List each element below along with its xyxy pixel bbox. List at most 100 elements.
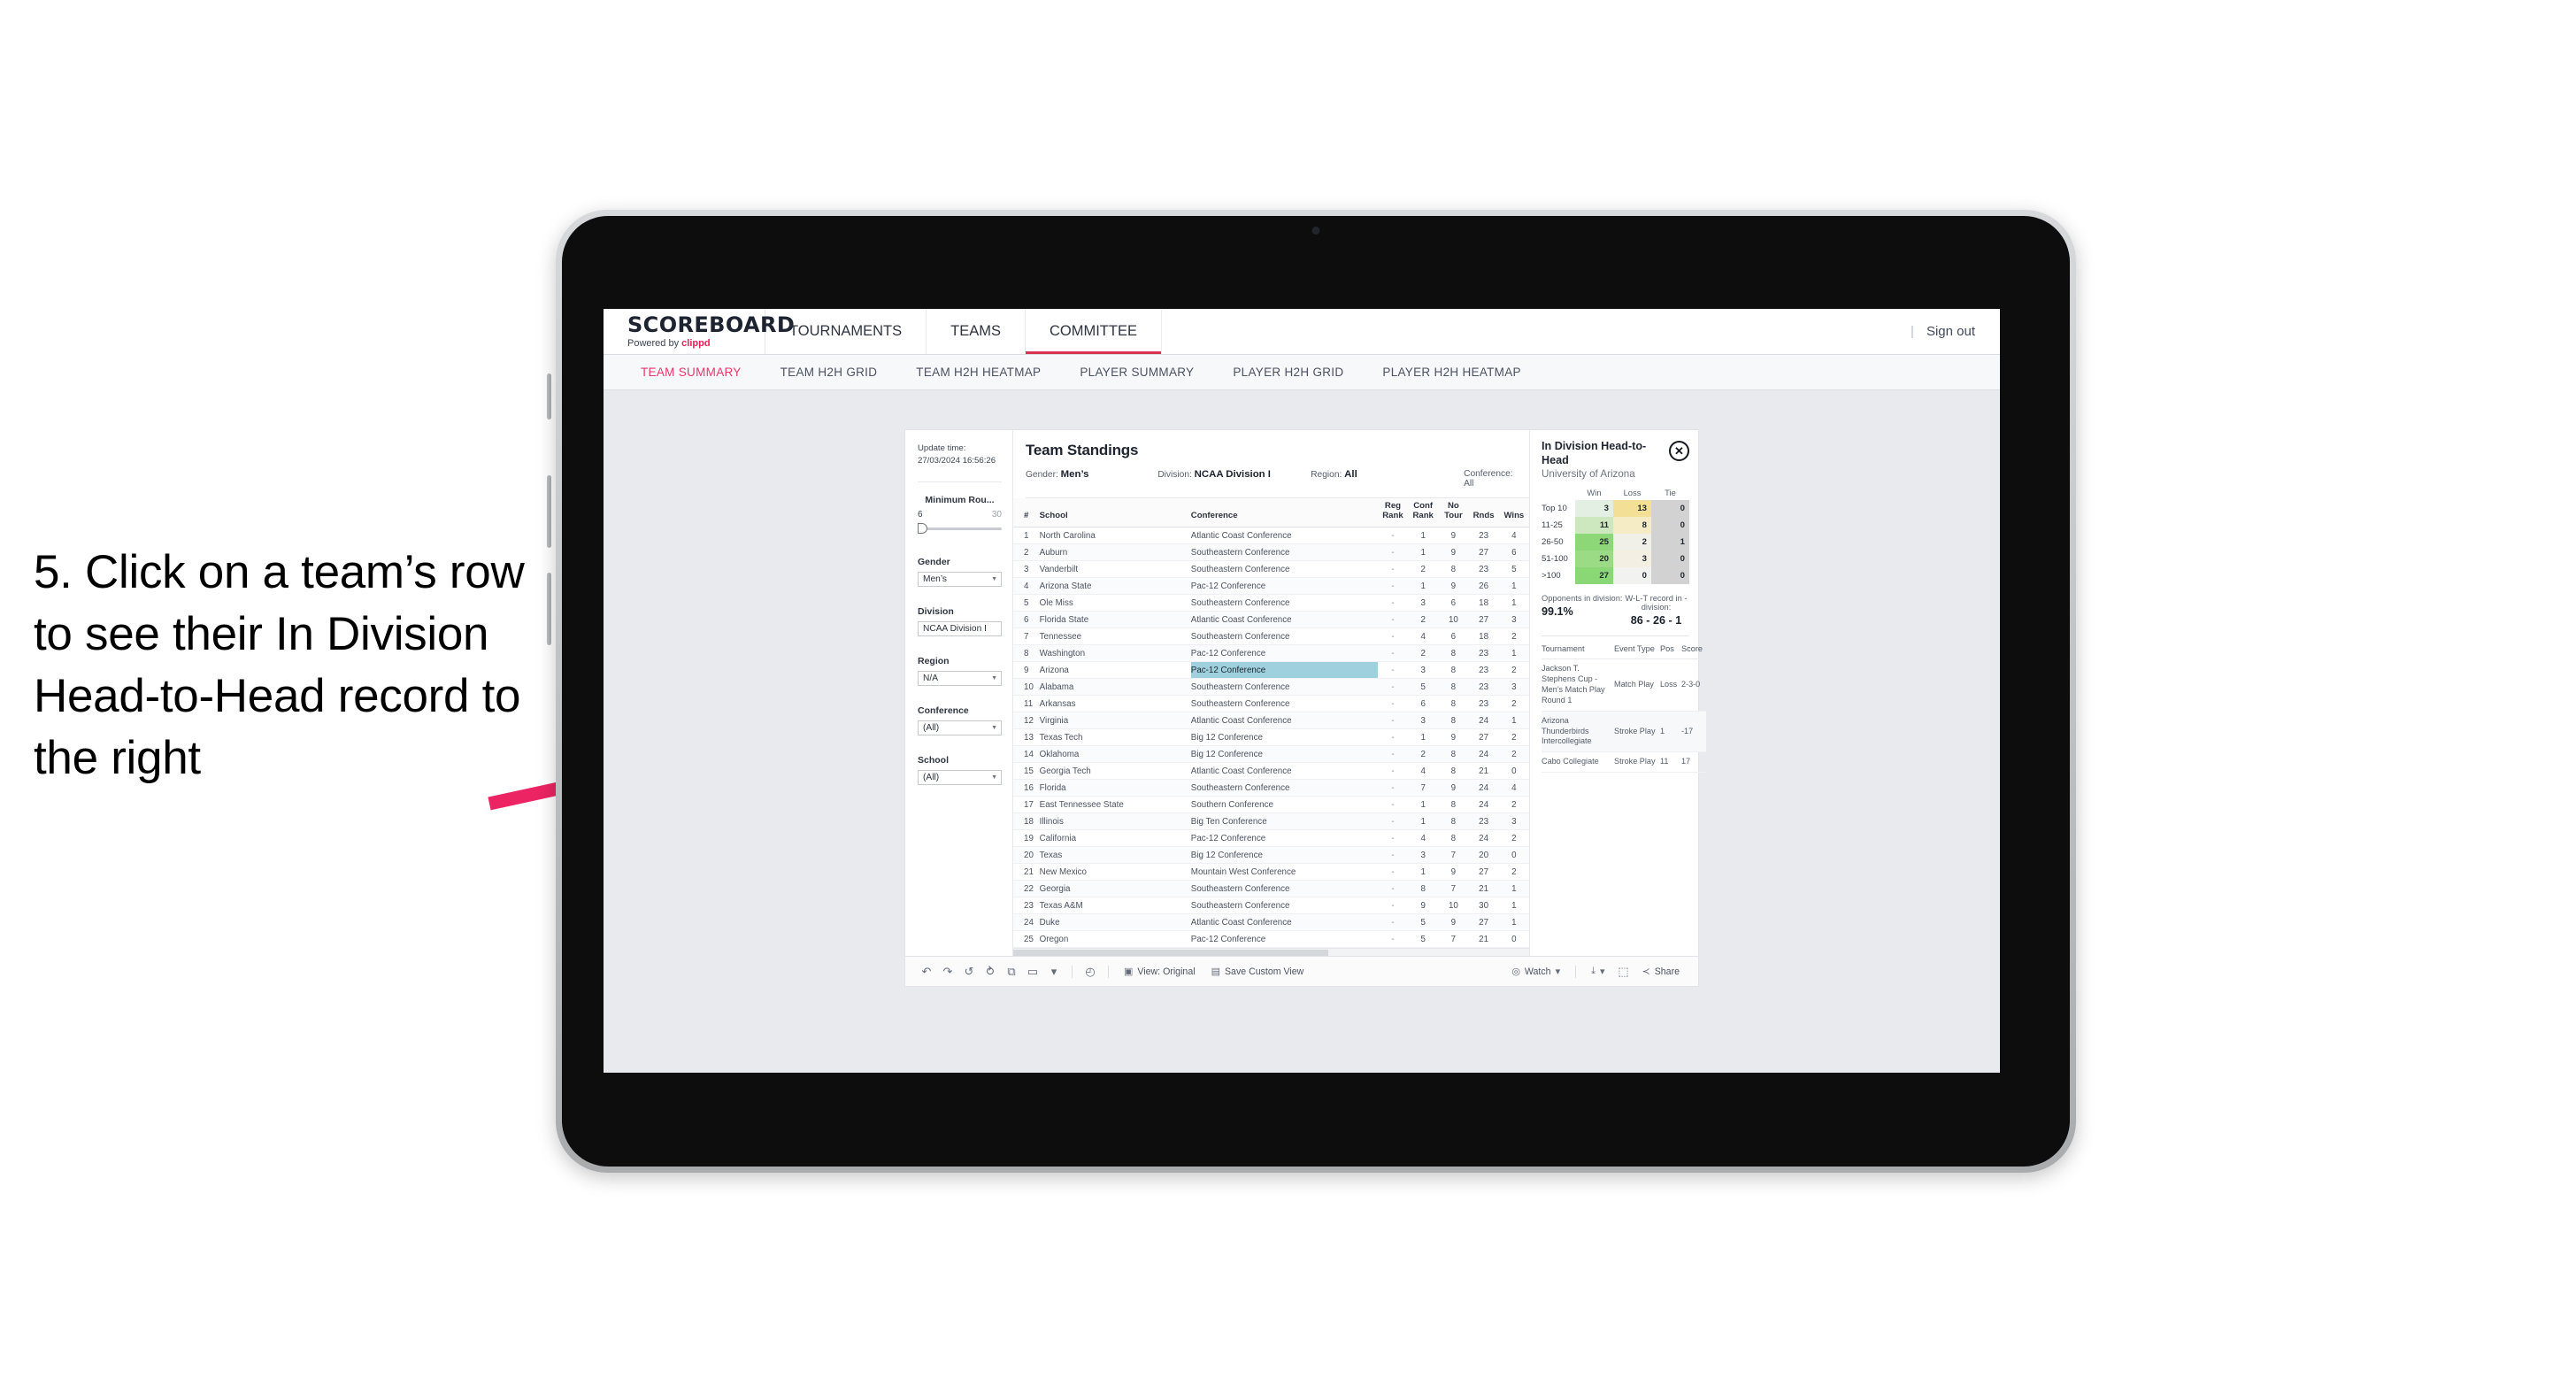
tab-player-h2h-grid[interactable]: PLAYER H2H GRID (1213, 366, 1363, 379)
cell-event-type: Stroke Play (1614, 711, 1660, 753)
sign-out-link[interactable]: Sign out (1926, 324, 1975, 339)
table-row[interactable]: 15 Georgia Tech Atlantic Coast Conference -… (1013, 762, 1529, 780)
table-row[interactable]: 13 Texas Tech Big 12 Conference -1 9 27 2 (1013, 728, 1529, 746)
cell-rnds: 27 (1468, 863, 1499, 881)
col-school[interactable]: School (1039, 498, 1191, 527)
table-row[interactable]: 6 Florida State Atlantic Coast Conference -… (1013, 611, 1529, 628)
h2h-subtitle: University of Arizona (1542, 468, 1635, 481)
share-button[interactable]: ≺ Share (1634, 966, 1688, 978)
powered-brand: clippd (681, 338, 711, 349)
h2h-row-label: 51-100 (1542, 551, 1575, 568)
table-row[interactable]: 3 Vanderbilt Southeastern Conference -2 8 23 5 (1013, 560, 1529, 578)
tab-team-summary[interactable]: TEAM SUMMARY (621, 366, 761, 379)
cell-rank: 18 (1013, 812, 1040, 830)
table-row[interactable]: 18 Illinois Big Ten Conference -1 8 23 3 (1013, 812, 1529, 830)
slider-handle[interactable] (918, 522, 927, 534)
cell-reg-rank: - (1377, 863, 1409, 881)
col-conf-rank[interactable]: Conf Rank (1408, 498, 1439, 527)
shape-icon[interactable]: ▭ (1022, 965, 1043, 979)
cell-conference: Big 12 Conference (1190, 745, 1378, 763)
table-row[interactable]: 21 New Mexico Mountain West Conference -1 9 2… (1013, 863, 1529, 881)
col-wins[interactable]: Wins (1498, 498, 1529, 527)
col-no-tour[interactable]: No Tour (1438, 498, 1469, 527)
table-row[interactable]: 19 California Pac-12 Conference -4 8 24 2 (1013, 829, 1529, 847)
table-row[interactable]: 17 East Tennessee State Southern Conferenc… (1013, 796, 1529, 813)
col-rnds[interactable]: Rnds (1468, 498, 1499, 527)
cell-rank: 10 (1013, 678, 1040, 696)
cell-no-tour: 6 (1438, 628, 1469, 645)
nav-item-teams[interactable]: TEAMS (927, 309, 1026, 354)
scrollbar-thumb[interactable] (1013, 950, 1328, 956)
tournament-row[interactable]: Jackson T. Stephens Cup - Men’s Match Pl… (1542, 658, 1706, 712)
close-icon[interactable]: ✕ (1669, 441, 1689, 461)
cell-pos: Loss (1660, 658, 1681, 712)
col-reg-rank[interactable]: Reg Rank (1377, 498, 1409, 527)
col-conference[interactable]: Conference (1190, 498, 1378, 527)
col-rank[interactable]: # (1013, 498, 1040, 527)
cell-rnds: 23 (1468, 812, 1499, 830)
nav-item-tournaments[interactable]: TOURNAMENTS (765, 309, 927, 354)
tab-team-h2h-heatmap[interactable]: TEAM H2H HEATMAP (896, 366, 1060, 379)
cell-pos: 11 (1660, 751, 1681, 773)
table-row[interactable]: 8 Washington Pac-12 Conference -2 8 23 1 (1013, 644, 1529, 662)
h2h-header: In Division Head-to-Head University of A… (1542, 440, 1689, 480)
horizontal-scrollbar[interactable] (1013, 948, 1529, 956)
standings-table-scroll[interactable]: # School Conference Reg Rank Conf Rank No T… (1013, 498, 1529, 948)
table-row[interactable]: 14 Oklahoma Big 12 Conference -2 8 24 2 (1013, 745, 1529, 763)
cell-rank: 13 (1013, 728, 1040, 746)
school-select[interactable]: (All) ▼ (918, 769, 1002, 785)
table-row[interactable]: 2 Auburn Southeastern Conference -1 9 27 6 (1013, 543, 1529, 561)
gender-select[interactable]: Men’s ▼ (918, 571, 1002, 587)
opponents-value: 99.1% (1542, 605, 1573, 619)
division-select[interactable]: NCAA Division I (918, 620, 1002, 636)
conference-select[interactable]: (All) ▼ (918, 720, 1002, 735)
min-rounds-slider[interactable] (918, 522, 1002, 534)
download-button[interactable]: ⤓ ▾ (1583, 966, 1612, 977)
watch-button[interactable]: ◎ Watch ▾ (1503, 966, 1568, 978)
table-row[interactable]: 1 North Carolina Atlantic Coast Conference… (1013, 527, 1529, 544)
cell-reg-rank: - (1377, 779, 1409, 797)
table-row[interactable]: 16 Florida Southeastern Conference -7 9 24 4 (1013, 779, 1529, 797)
table-row[interactable]: 22 Georgia Southeastern Conference -8 7 21 1 (1013, 880, 1529, 897)
tournament-row[interactable]: Arizona Thunderbirds Intercollegiate Stro… (1542, 711, 1706, 753)
nav-item-committee[interactable]: COMMITTEE (1025, 309, 1162, 354)
table-row[interactable]: 20 Texas Big 12 Conference -3 7 20 0 (1013, 846, 1529, 864)
undo-icon[interactable]: ↶ (916, 965, 937, 979)
shape-caret-icon[interactable]: ▾ (1043, 965, 1065, 979)
watch-label: Watch (1524, 966, 1551, 977)
table-row[interactable]: 5 Ole Miss Southeastern Conference -3 6 18 1 (1013, 594, 1529, 612)
cell-conf-rank: 1 (1408, 863, 1439, 881)
col-score: Score (1681, 638, 1706, 660)
cell-conference: Southeastern Conference (1190, 897, 1378, 914)
table-row[interactable]: 25 Oregon Pac-12 Conference -5 7 21 0 (1013, 930, 1529, 948)
tab-team-h2h-grid[interactable]: TEAM H2H GRID (761, 366, 897, 379)
fullscreen-icon[interactable]: ⬚ (1613, 965, 1634, 979)
table-row[interactable]: 24 Duke Atlantic Coast Conference -5 9 27 1 (1013, 913, 1529, 931)
cell-school: Alabama (1039, 678, 1191, 696)
cell-rnds: 24 (1468, 829, 1499, 847)
region-select[interactable]: N/A ▼ (918, 670, 1002, 686)
save-custom-view-button[interactable]: ▤ Save Custom View (1203, 966, 1312, 978)
table-row[interactable]: 9 Arizona Pac-12 Conference -3 8 23 2 (1013, 661, 1529, 679)
pause-icon[interactable]: ⧉ (1001, 965, 1022, 979)
cell-no-tour: 8 (1438, 812, 1469, 830)
table-row[interactable]: 23 Texas A&M Southeastern Conference -9 10 30… (1013, 897, 1529, 914)
refresh-icon[interactable]: ⥁ (980, 965, 1001, 979)
table-row[interactable]: 11 Arkansas Southeastern Conference -6 8 23 2 (1013, 695, 1529, 712)
watch-icon: ◎ (1511, 966, 1520, 977)
tournament-row[interactable]: Cabo Collegiate Stroke Play 11 17 (1542, 751, 1706, 773)
table-row[interactable]: 4 Arizona State Pac-12 Conference -1 9 26 1 (1013, 577, 1529, 595)
tab-player-h2h-heatmap[interactable]: PLAYER H2H HEATMAP (1363, 366, 1540, 379)
h2h-summary: Opponents in division: 99.1% W-L-T recor… (1542, 594, 1689, 627)
redo-icon[interactable]: ↷ (937, 965, 958, 979)
table-row[interactable]: 10 Alabama Southeastern Conference -5 8 23 3 (1013, 678, 1529, 696)
tab-player-summary[interactable]: PLAYER SUMMARY (1060, 366, 1213, 379)
toolbar-divider-2 (1108, 965, 1109, 978)
table-row[interactable]: 12 Virginia Atlantic Coast Conference -3 8 24… (1013, 712, 1529, 729)
clock-icon[interactable]: ◴ (1080, 965, 1101, 979)
view-original-button[interactable]: ▣ View: Original (1116, 966, 1203, 978)
cell-conf-rank: 6 (1408, 695, 1439, 712)
table-row[interactable]: 7 Tennessee Southeastern Conference -4 6 18 2 (1013, 628, 1529, 645)
cell-conference: Atlantic Coast Conference (1190, 712, 1378, 729)
revert-icon[interactable]: ↺ (958, 965, 980, 979)
